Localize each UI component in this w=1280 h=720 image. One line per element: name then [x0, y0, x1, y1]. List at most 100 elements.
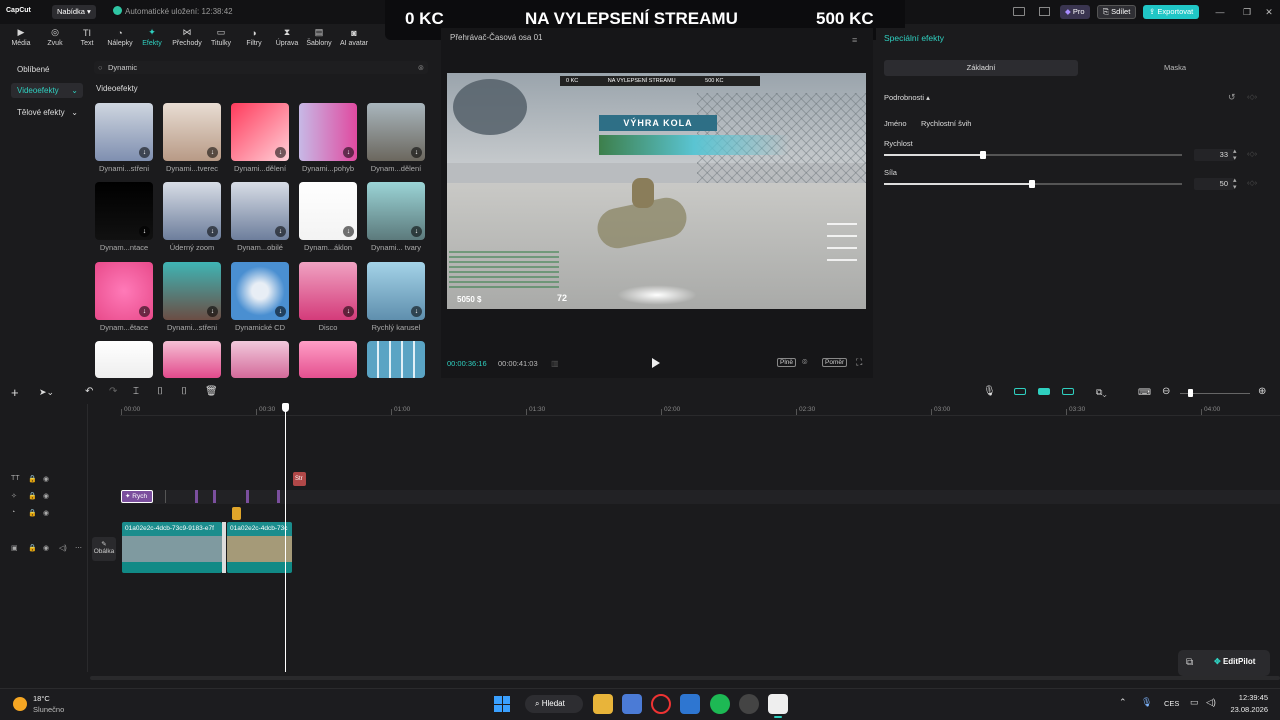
lock-icon[interactable]: 🔒	[28, 509, 37, 517]
trim-right-icon[interactable]: ⌷	[181, 386, 187, 397]
store-icon[interactable]	[622, 694, 642, 714]
tray-expand-icon[interactable]: ⌃	[1119, 697, 1127, 708]
timecode-icon[interactable]: ▥	[551, 359, 559, 368]
menu-button[interactable]: Nabídka ▾	[52, 5, 96, 19]
tab-basic[interactable]: Základní	[884, 60, 1078, 76]
reset-icon[interactable]: ↺	[1228, 92, 1236, 103]
effect-thumbnail[interactable]: ↓	[231, 262, 289, 320]
redo-icon[interactable]: ↷	[109, 386, 117, 397]
feedback-icon[interactable]: ⧉	[1186, 657, 1193, 668]
delete-icon[interactable]: 🗑	[205, 386, 218, 397]
full-button[interactable]: Plně	[777, 358, 797, 367]
clear-icon[interactable]: ⊗	[418, 61, 424, 74]
mail-icon[interactable]	[680, 694, 700, 714]
tab-filters[interactable]: ◑ Filtry	[237, 27, 271, 48]
download-icon[interactable]: ↓	[411, 147, 422, 158]
playhead[interactable]	[285, 404, 286, 672]
sidebar-item-body-effects[interactable]: Tělové efekty ⌄	[11, 105, 83, 120]
download-icon[interactable]: ↓	[411, 226, 422, 237]
video-preview[interactable]: 0 KC NA VYLEPSENÍ STREAMU 500 KC VÝHRA K…	[447, 73, 866, 309]
snap-icon[interactable]	[1038, 388, 1050, 395]
download-icon[interactable]: ↓	[207, 226, 218, 237]
steam-icon[interactable]	[739, 694, 759, 714]
link-icon[interactable]	[1014, 388, 1026, 395]
undo-icon[interactable]: ↶	[85, 386, 93, 397]
video-clip-1[interactable]: 01a02e2c-4dcb-73c9-9183-e7f	[122, 522, 222, 573]
download-icon[interactable]: ↓	[139, 226, 150, 237]
network-icon[interactable]: ▭	[1190, 697, 1199, 708]
search-input[interactable]: ○ Dynamic ⊗	[94, 61, 428, 74]
download-icon[interactable]: ↓	[139, 306, 150, 317]
eye-icon[interactable]: ◉	[43, 475, 49, 483]
tab-effects[interactable]: ✦ Efekty	[135, 27, 169, 47]
speed-knob[interactable]	[980, 151, 986, 159]
preview-axis-icon[interactable]	[1062, 388, 1074, 395]
speed-input[interactable]: 33	[1194, 149, 1234, 161]
taskbar-search[interactable]: ⌕ Hledat	[525, 695, 583, 713]
effect-thumbnail[interactable]: ↓	[163, 262, 221, 320]
eye-icon[interactable]: ◉	[43, 509, 49, 517]
horizontal-scrollbar[interactable]	[90, 676, 1280, 680]
tab-mask[interactable]: Maska	[1078, 60, 1272, 76]
volume-icon[interactable]: ◁)	[1206, 697, 1216, 708]
tab-text[interactable]: TI Text	[70, 27, 104, 48]
tab-audio[interactable]: ◎ Zvuk	[38, 27, 72, 47]
minimize-icon[interactable]: —	[1213, 5, 1227, 19]
language-indicator[interactable]: CES	[1164, 699, 1179, 708]
effect-thumbnail[interactable]: ↓	[163, 103, 221, 161]
microphone-icon[interactable]: 🎙	[983, 386, 996, 397]
stepper-icon[interactable]: ▴ ▾	[1233, 148, 1237, 162]
tab-adjust[interactable]: ⧗ Úprava	[270, 27, 304, 47]
clock-time[interactable]: 12:39:45	[1230, 693, 1268, 702]
ratio-button[interactable]: Poměr	[822, 358, 848, 367]
video-clip-2[interactable]: 01a02e2c-4dcb-73c	[227, 522, 292, 573]
zoom-out-icon[interactable]: ⊖	[1162, 386, 1170, 397]
effect-thumbnail[interactable]: ↓	[95, 103, 153, 161]
close-icon[interactable]: ✕	[1262, 5, 1276, 19]
effect-thumbnail[interactable]: ↓	[95, 262, 153, 320]
tab-media[interactable]: ▶ Média	[4, 27, 38, 47]
tab-templates[interactable]: ▤ Šablony	[302, 27, 336, 47]
effect-clip[interactable]	[213, 490, 216, 503]
maximize-icon[interactable]: ❐	[1240, 5, 1254, 19]
download-icon[interactable]: ↓	[275, 306, 286, 317]
effect-thumbnail[interactable]	[231, 341, 289, 378]
opera-icon[interactable]	[651, 694, 671, 714]
download-icon[interactable]: ↓	[343, 147, 354, 158]
text-clip[interactable]: Str	[293, 472, 306, 486]
select-tool-icon[interactable]: ➤⌄	[39, 387, 54, 398]
download-icon[interactable]: ↓	[207, 306, 218, 317]
download-icon[interactable]: ↓	[411, 306, 422, 317]
details-toggle[interactable]: Podrobnosti ▴	[884, 93, 930, 102]
effect-thumbnail[interactable]: ↓	[299, 103, 357, 161]
download-icon[interactable]: ↓	[275, 147, 286, 158]
trim-left-icon[interactable]: ⌷	[157, 386, 163, 397]
effect-thumbnail[interactable]: ↓	[367, 182, 425, 240]
layout-icon[interactable]	[1013, 7, 1025, 16]
spotify-icon[interactable]	[710, 694, 730, 714]
screenshot-icon[interactable]: ⌾	[802, 357, 807, 368]
share-button[interactable]: ⎘ Sdílet	[1097, 5, 1137, 19]
player-menu-icon[interactable]: ≡	[852, 35, 857, 45]
effect-thumbnail[interactable]: ↓	[95, 182, 153, 240]
effect-thumbnail[interactable]	[367, 341, 425, 378]
effect-thumbnail[interactable]: ↓	[367, 262, 425, 320]
strength-input[interactable]: 50	[1194, 178, 1234, 190]
more-icon[interactable]: ⋯	[75, 544, 82, 552]
eye-icon[interactable]: ◉	[43, 544, 49, 552]
zoom-knob[interactable]	[1188, 389, 1193, 397]
split-view-icon[interactable]: ⧉⌄	[1096, 387, 1107, 398]
keyframe-icon[interactable]: ‹◇›	[1247, 150, 1257, 158]
fullscreen-icon[interactable]: ⛶	[856, 357, 862, 368]
effect-thumbnail[interactable]: ↓	[231, 103, 289, 161]
stepper-icon[interactable]: ▴ ▾	[1233, 177, 1237, 191]
effect-thumbnail[interactable]	[163, 341, 221, 378]
zoom-in-icon[interactable]: ⊕	[1258, 386, 1266, 397]
effect-thumbnail[interactable]: ↓	[299, 262, 357, 320]
lock-icon[interactable]: 🔒	[28, 492, 37, 500]
sticker-clip[interactable]	[232, 507, 241, 520]
download-icon[interactable]: ↓	[343, 226, 354, 237]
add-track-icon[interactable]: +	[11, 385, 19, 400]
effect-clip[interactable]	[195, 490, 198, 503]
effect-thumbnail[interactable]	[95, 341, 153, 378]
